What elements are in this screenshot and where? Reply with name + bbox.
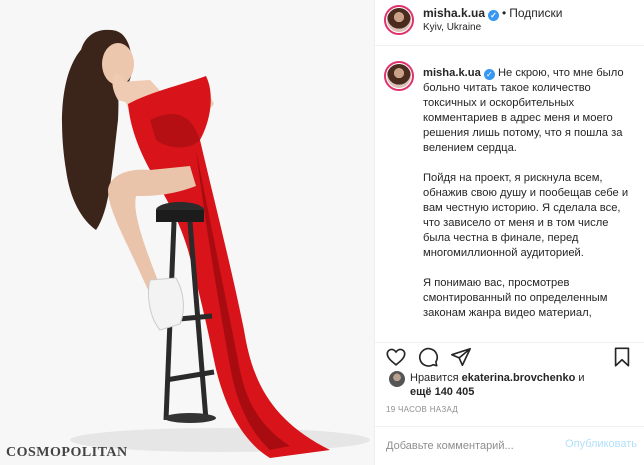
post-timestamp[interactable]: 19 часов назад (386, 405, 458, 414)
caption-paragraph: Пойдя на проект, я рискнула всем, обнажи… (423, 172, 629, 259)
bookmark-icon[interactable] (611, 346, 633, 368)
author-avatar[interactable] (384, 5, 414, 35)
heart-icon[interactable] (385, 346, 407, 368)
author-username-link[interactable]: misha.k.ua (423, 6, 485, 20)
post-actions-bar (375, 342, 644, 370)
caption-author-avatar[interactable] (384, 61, 414, 91)
location-link[interactable]: Kyiv, Ukraine (423, 22, 481, 33)
post-photo-illustration (0, 0, 374, 465)
following-button[interactable]: Подписки (509, 6, 562, 20)
comment-icon[interactable] (417, 346, 439, 368)
photo-watermark-text: COSMOPOLITAN (6, 445, 128, 460)
verified-badge-icon: ✓ (488, 10, 500, 21)
likes-count-link[interactable]: ещё 140 405 (410, 386, 474, 398)
share-icon[interactable] (450, 346, 472, 368)
likes-text: Нравится ekaterina.brovchenko и ещё 140 … (410, 371, 640, 399)
caption-paragraph: Я понимаю вас, просмотрев смонтированный… (423, 277, 608, 319)
liker-username-link[interactable]: ekaterina.brovchenko (462, 372, 576, 384)
caption-area[interactable]: misha.k.ua ✓ Не скрою, что мне было больн… (375, 47, 644, 342)
comment-bar: Опубликовать (375, 426, 644, 465)
publish-button[interactable]: Опубликовать (565, 438, 637, 450)
header-separator: • (502, 6, 507, 20)
caption-text: misha.k.ua ✓ Не скрою, что мне было больн… (423, 66, 637, 336)
post-photo[interactable]: COSMOPOLITAN (0, 0, 374, 465)
caption-username-link[interactable]: misha.k.ua (423, 67, 481, 79)
likes-conjunction: и (578, 372, 585, 384)
comment-input[interactable] (386, 438, 551, 454)
liker-avatar[interactable] (389, 371, 405, 387)
verified-badge-icon: ✓ (483, 69, 495, 80)
likes-prefix: Нравится (410, 372, 459, 384)
post-side-panel: misha.k.ua ✓ • Подписки Kyiv, Ukraine misha… (374, 0, 644, 465)
author-line: misha.k.ua ✓ • Подписки (423, 6, 562, 21)
post-header: misha.k.ua ✓ • Подписки Kyiv, Ukraine (375, 0, 644, 46)
caption-paragraph: Не скрою, что мне было больно читать так… (423, 67, 624, 154)
